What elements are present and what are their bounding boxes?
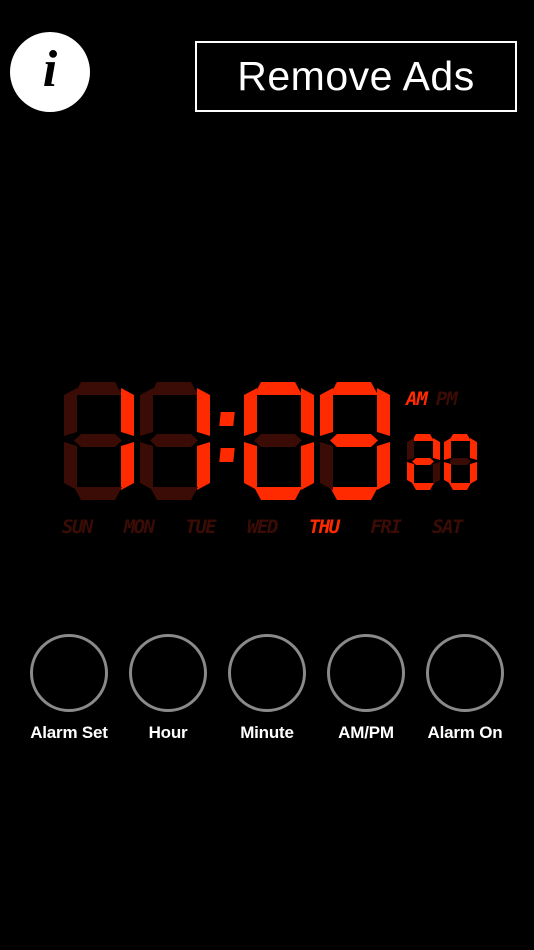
- colon-dot-bottom: [219, 448, 235, 462]
- control-knob-alarm-on[interactable]: [426, 634, 504, 712]
- segment-d: [150, 487, 198, 500]
- day-label-mon: MON: [123, 516, 155, 538]
- segment-g: [150, 434, 198, 447]
- segment-e: [64, 442, 77, 490]
- segment-c: [377, 442, 390, 490]
- top-bar: i Remove Ads: [0, 0, 534, 150]
- segment-a: [74, 382, 122, 395]
- time-colon-separator: [214, 382, 240, 500]
- control-button-row: Alarm Set Hour Minute AM/PM Alarm On: [0, 634, 534, 759]
- info-icon: i: [42, 41, 58, 98]
- segment-c: [121, 442, 134, 490]
- seconds-readout: [406, 434, 480, 490]
- segment-e: [140, 442, 153, 490]
- day-label-sat: SAT: [432, 516, 463, 538]
- segment-c: [197, 442, 210, 490]
- control-label-alarm-on: Alarm On: [427, 723, 503, 742]
- segment-c: [433, 462, 440, 484]
- pm-indicator: PM: [435, 388, 458, 410]
- segment-d: [254, 487, 302, 500]
- segment-f: [407, 438, 414, 460]
- segment-f: [140, 388, 153, 436]
- seconds-digit-1: [406, 434, 440, 490]
- remove-ads-label: Remove Ads: [237, 53, 475, 99]
- segment-a: [449, 434, 471, 441]
- minute-digit-2: [318, 382, 390, 500]
- segment-d: [330, 487, 378, 500]
- time-readout: AM PM: [62, 382, 490, 500]
- hour-digit-1: [62, 382, 134, 500]
- minute-digit-1: [242, 382, 314, 500]
- segment-b: [433, 438, 440, 460]
- segment-b: [470, 438, 477, 460]
- segment-e: [320, 442, 333, 490]
- control-button-hour[interactable]: Hour: [127, 634, 209, 759]
- segment-a: [150, 382, 198, 395]
- segment-g: [254, 434, 302, 447]
- day-of-week-strip: SUN MON TUE WED THU FRI SAT: [62, 516, 463, 538]
- segment-a: [330, 382, 378, 395]
- control-knob-alarm-set[interactable]: [30, 634, 108, 712]
- segment-e: [444, 462, 451, 484]
- segment-f: [64, 388, 77, 436]
- control-knob-minute[interactable]: [228, 634, 306, 712]
- segment-d: [449, 483, 471, 490]
- control-button-am-pm[interactable]: AM/PM: [325, 634, 407, 759]
- segment-a: [412, 434, 434, 441]
- day-label-sun: SUN: [62, 516, 93, 538]
- segment-c: [470, 462, 477, 484]
- segment-f: [320, 388, 333, 436]
- segment-d: [74, 487, 122, 500]
- meridiem-seconds-block: AM PM: [404, 382, 490, 500]
- segment-d: [412, 483, 434, 490]
- control-button-alarm-set[interactable]: Alarm Set: [28, 634, 110, 759]
- segment-c: [301, 442, 314, 490]
- colon-dot-top: [219, 412, 235, 426]
- segment-g: [330, 434, 378, 447]
- segment-g: [449, 458, 471, 465]
- day-label-thu: THU: [308, 516, 340, 538]
- hour-digit-2: [138, 382, 210, 500]
- am-indicator: AM: [406, 388, 428, 410]
- control-label-hour: Hour: [148, 723, 188, 742]
- control-knob-hour[interactable]: [129, 634, 207, 712]
- control-button-alarm-on[interactable]: Alarm On: [424, 634, 506, 759]
- segment-g: [412, 458, 434, 465]
- segment-e: [244, 442, 257, 490]
- segment-a: [254, 382, 302, 395]
- segment-e: [407, 462, 414, 484]
- info-button[interactable]: i: [10, 32, 90, 112]
- meridiem-indicator: AM PM: [406, 388, 458, 410]
- day-label-wed: WED: [247, 516, 278, 538]
- day-label-tue: TUE: [185, 516, 216, 538]
- segment-b: [197, 388, 210, 436]
- control-knob-am-pm[interactable]: [327, 634, 405, 712]
- segment-b: [377, 388, 390, 436]
- segment-f: [444, 438, 451, 460]
- remove-ads-button[interactable]: Remove Ads: [195, 41, 517, 112]
- control-label-alarm-set: Alarm Set: [30, 723, 108, 742]
- day-label-fri: FRI: [370, 516, 401, 538]
- control-button-minute[interactable]: Minute: [226, 634, 308, 759]
- segment-f: [244, 388, 257, 436]
- segment-b: [121, 388, 134, 436]
- segment-g: [74, 434, 122, 447]
- clock-display: AM PM SUN MON TUE WED THU FRI SAT: [0, 382, 534, 557]
- segment-b: [301, 388, 314, 436]
- seconds-digit-2: [443, 434, 477, 490]
- control-label-am-pm: AM/PM: [338, 723, 394, 742]
- control-label-minute: Minute: [240, 723, 294, 742]
